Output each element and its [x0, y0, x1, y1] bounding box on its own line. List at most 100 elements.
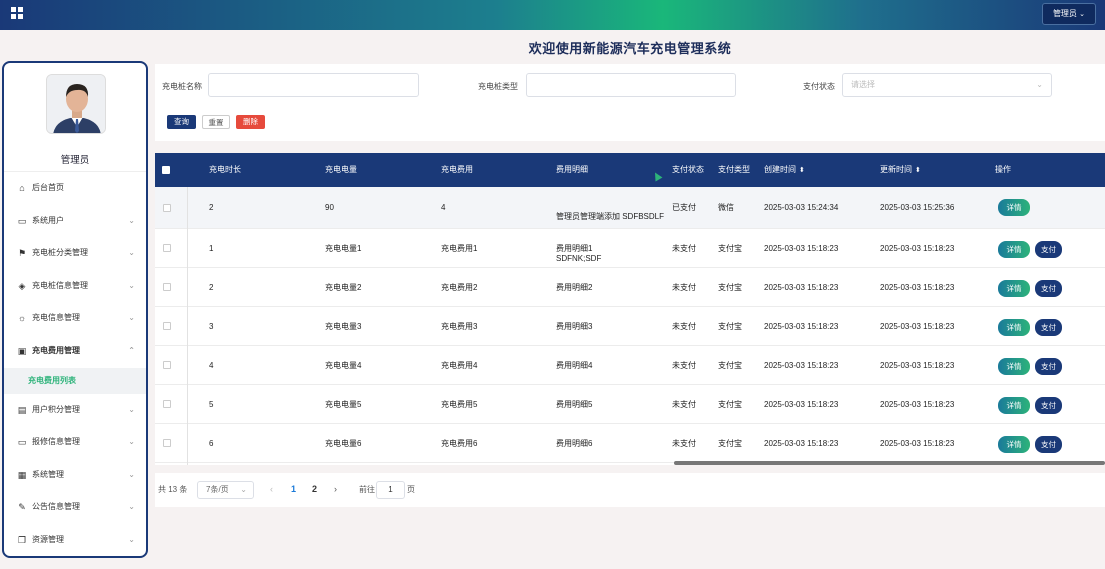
chevron-down-icon: ⌄ — [128, 215, 135, 225]
sidebar-item-system[interactable]: ▦ 系统管理 ⌄ — [4, 459, 146, 492]
detail-button[interactable]: 详情 — [998, 280, 1030, 297]
sort-icon: ⬍ — [915, 167, 921, 174]
col-created[interactable]: 创建时间 ⬍ — [764, 153, 805, 188]
row-checkbox[interactable] — [163, 400, 171, 408]
page-2-button[interactable]: 2 — [312, 473, 317, 505]
top-bar: 管理员 ⌄ — [0, 0, 1105, 30]
next-page-button[interactable]: › — [334, 473, 337, 505]
table-row: 6 充电电量6 充电费用6 费用明细6 未支付 支付宝 2025-03-03 15:18:2… — [155, 424, 1105, 463]
cell-detail: 费用明细4 — [556, 361, 593, 370]
cell-amount: 充电电量5 — [325, 400, 362, 409]
sidebar-item-label: 报修信息管理 — [32, 437, 80, 447]
pile-name-input[interactable] — [208, 73, 419, 97]
sidebar-item-resource[interactable]: ❐ 资源管理 ⌄ — [4, 524, 146, 556]
pile-name-label: 充电桩名称 — [162, 82, 202, 91]
sidebar-item-pile-info[interactable]: ◈ 充电桩信息管理 ⌄ — [4, 270, 146, 303]
cell-amount: 充电电量2 — [325, 283, 362, 292]
sidebar-item-charge-info[interactable]: ☼ 充电信息管理 ⌄ — [4, 302, 146, 335]
row-checkbox[interactable] — [163, 244, 171, 252]
sidebar-item-user-points[interactable]: ▤ 用户积分管理 ⌄ — [4, 394, 146, 427]
chevron-down-icon: ⌄ — [128, 437, 135, 447]
chevron-down-icon: ⌄ — [1036, 80, 1043, 89]
sidebar-item-label: 充电信息管理 — [32, 313, 80, 323]
detail-button[interactable]: 详情 — [998, 241, 1030, 258]
row-checkbox[interactable] — [163, 283, 171, 291]
cell-amount: 90 — [325, 203, 334, 212]
cell-detail: 费用明细1 — [556, 244, 593, 253]
cell-pay-status: 未支付 — [672, 283, 696, 292]
pile-type-label: 充电桩类型 — [478, 82, 518, 91]
col-updated[interactable]: 更新时间 ⬍ — [880, 153, 921, 188]
table-row: 3 充电电量3 充电费用3 费用明细3 未支付 支付宝 2025-03-03 15:18:2… — [155, 307, 1105, 346]
cell-pay-type: 支付宝 — [718, 322, 742, 331]
pay-button[interactable]: 支付 — [1035, 241, 1062, 258]
pile-type-input[interactable] — [526, 73, 736, 97]
goto-suffix: 页 — [407, 485, 415, 494]
cell-created: 2025-03-03 15:18:23 — [764, 283, 839, 292]
pay-button[interactable]: 支付 — [1035, 436, 1062, 453]
row-checkbox[interactable] — [163, 204, 171, 212]
cell-amount: 充电电量3 — [325, 322, 362, 331]
row-checkbox[interactable] — [163, 439, 171, 447]
cell-fee: 4 — [441, 203, 446, 212]
goto-page-input[interactable]: 1 — [376, 481, 405, 499]
pay-button[interactable]: 支付 — [1035, 319, 1062, 336]
reset-button[interactable]: 重置 — [202, 115, 230, 129]
sidebar-subitem-fee-list[interactable]: 充电费用列表 — [4, 367, 146, 394]
page-1-button[interactable]: 1 — [291, 473, 296, 505]
sidebar-item-repair[interactable]: ▭ 报修信息管理 ⌄ — [4, 426, 146, 459]
sidebar-item-home[interactable]: ⌂ 后台首页 — [4, 172, 146, 205]
sun-icon: ☼ — [17, 313, 27, 324]
row-checkbox[interactable] — [163, 361, 171, 369]
pay-status-label: 支付状态 — [803, 82, 835, 91]
sidebar-item-label: 系统管理 — [32, 469, 64, 479]
delete-button[interactable]: 删除 — [236, 115, 265, 129]
chevron-down-icon: ⌄ — [240, 485, 247, 494]
sidebar-item-label: 充电桩分类管理 — [32, 248, 88, 258]
sidebar-item-system-users[interactable]: ▭ 系统用户 ⌄ — [4, 205, 146, 238]
prev-page-button[interactable]: ‹ — [270, 473, 273, 505]
cell-pay-status: 未支付 — [672, 361, 696, 370]
cell-created: 2025-03-03 15:24:34 — [764, 203, 839, 212]
page-size-value: 7条/页 — [206, 485, 229, 494]
detail-button[interactable]: 详情 — [998, 319, 1030, 336]
sidebar-item-notice[interactable]: ✎ 公告信息管理 ⌄ — [4, 491, 146, 524]
horizontal-scrollbar[interactable] — [674, 461, 1105, 465]
detail-button[interactable]: 详情 — [998, 199, 1030, 216]
paperclip-icon: ✎ — [18, 502, 26, 513]
fee-table: 充电时长 充电电量 充电费用 费用明细 支付状态 支付类型 创建时间 ⬍ 更新时间… — [155, 153, 1105, 465]
cell-duration: 1 — [209, 244, 214, 253]
sidebar-item-label: 公告信息管理 — [32, 502, 80, 512]
pay-button[interactable]: 支付 — [1035, 280, 1062, 297]
detail-button[interactable]: 详情 — [998, 436, 1030, 453]
row-checkbox[interactable] — [163, 322, 171, 330]
cell-duration: 2 — [209, 283, 214, 292]
pay-status-select[interactable]: 请选择 ⌄ — [842, 73, 1052, 97]
total-count: 共 13 条 — [158, 485, 188, 494]
col-pay-status: 支付状态 — [672, 165, 704, 174]
pay-button[interactable]: 支付 — [1035, 358, 1062, 375]
col-amount: 充电电量 — [325, 165, 357, 174]
sidebar-item-charge-fee[interactable]: ▣ 充电费用管理 ⌃ — [4, 335, 146, 368]
detail-button[interactable]: 详情 — [998, 397, 1030, 414]
select-all-checkbox[interactable] — [162, 166, 170, 174]
cell-updated: 2025-03-03 15:18:23 — [880, 361, 955, 370]
cell-updated: 2025-03-03 15:18:23 — [880, 283, 955, 292]
chevron-down-icon: ⌄ — [128, 248, 135, 258]
chevron-down-icon: ⌄ — [1079, 11, 1086, 18]
detail-button[interactable]: 详情 — [998, 358, 1030, 375]
cell-fee: 充电费用5 — [441, 400, 478, 409]
page-size-select[interactable]: 7条/页 ⌄ — [197, 481, 254, 499]
admin-dropdown-button[interactable]: 管理员 ⌄ — [1042, 3, 1096, 25]
query-button[interactable]: 查询 — [167, 115, 196, 129]
pay-button[interactable]: 支付 — [1035, 397, 1062, 414]
table-row: 1 充电电量1 充电费用1 费用明细1 未支付 支付宝 2025-03-03 15:18:2… — [155, 229, 1105, 268]
sidebar-item-pile-category[interactable]: ⚑ 充电桩分类管理 ⌄ — [4, 237, 146, 270]
col-ops: 操作 — [995, 165, 1011, 174]
monitor-icon: ▭ — [17, 215, 27, 226]
cell-fee: 充电费用2 — [441, 283, 478, 292]
cell-pay-status: 未支付 — [672, 322, 696, 331]
grid-menu-icon[interactable] — [11, 7, 24, 20]
cell-amount: 充电电量6 — [325, 439, 362, 448]
cell-amount: 充电电量4 — [325, 361, 362, 370]
